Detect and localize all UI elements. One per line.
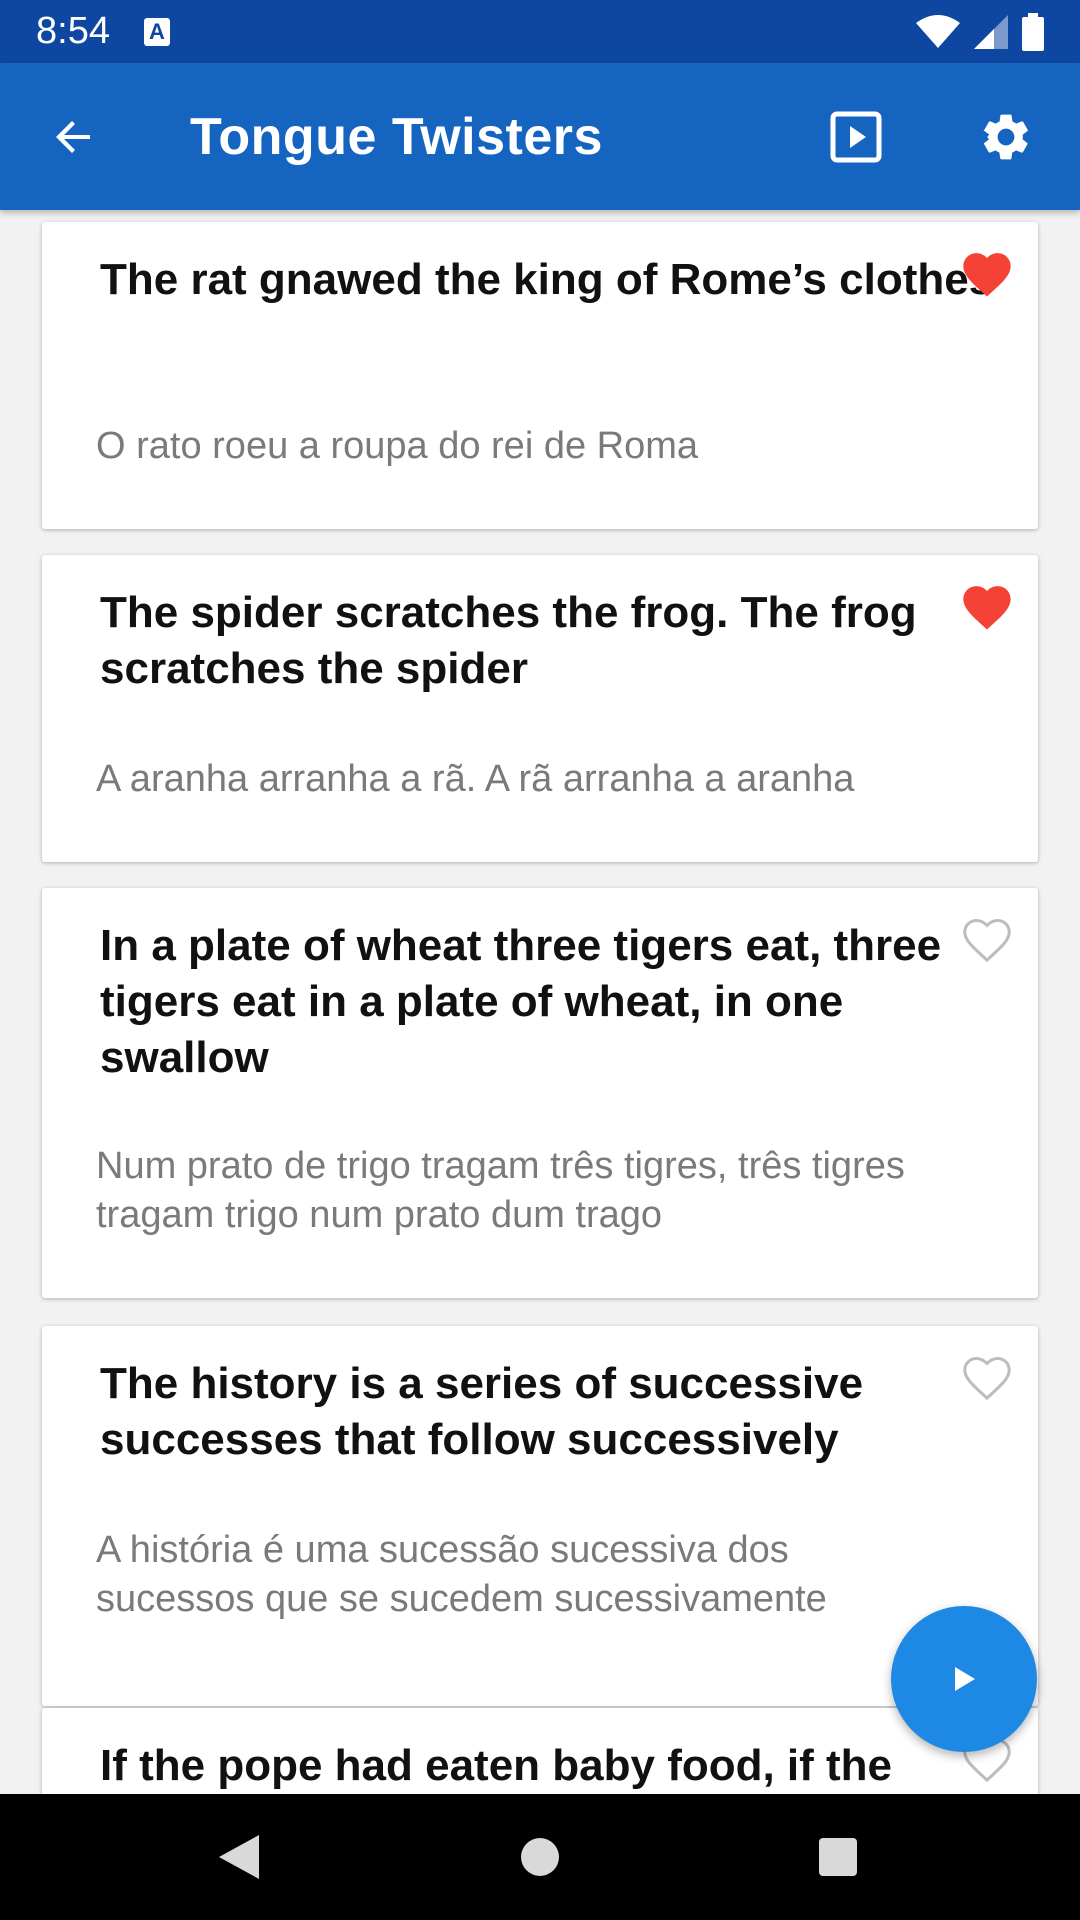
list-item[interactable]: The history is a series of successive su… — [42, 1326, 1038, 1706]
status-bar: 8:54 A — [0, 0, 1080, 63]
twister-title: In a plate of wheat three tigers eat, th… — [100, 921, 942, 1082]
nav-back-button[interactable] — [209, 1827, 269, 1887]
status-icons — [916, 12, 1044, 51]
twister-title: The spider scratches the frog. The frog … — [100, 588, 917, 693]
heart-filled-icon[interactable] — [958, 579, 1016, 631]
page-title: Tongue Twisters — [190, 107, 603, 166]
twister-translation: A aranha arranha a rã. A rã arranha a ar… — [96, 758, 855, 800]
heart-outline-icon[interactable] — [958, 912, 1016, 964]
twister-translation: A história é uma sucessão sucessiva dos … — [96, 1529, 827, 1620]
twister-translation: Num prato de trigo tragam três tigres, t… — [96, 1145, 905, 1236]
triangle-back-icon — [219, 1835, 259, 1879]
arrow-back-icon — [56, 121, 90, 153]
list-item[interactable]: The rat gnawed the king of Rome’s clothe… — [42, 222, 1038, 529]
list-item[interactable]: If the pope had eaten baby food, if the — [42, 1708, 1038, 1794]
app-bar: Tongue Twisters — [0, 63, 1080, 210]
play-icon — [955, 1667, 975, 1691]
gear-icon — [983, 114, 1028, 160]
twister-title: The rat gnawed the king of Rome’s clothe… — [100, 255, 994, 304]
play-all-button[interactable] — [820, 101, 892, 173]
slideshow-icon — [830, 111, 882, 163]
nav-home-button[interactable] — [510, 1827, 570, 1887]
wifi-icon — [916, 14, 960, 48]
twister-title: The history is a series of successive su… — [100, 1359, 864, 1464]
battery-icon — [1022, 12, 1044, 51]
twister-translation: O rato roeu a roupa do rei de Roma — [96, 425, 699, 467]
heart-outline-icon[interactable] — [958, 1350, 1016, 1402]
cell-signal-icon — [974, 14, 1008, 49]
nav-recents-button[interactable] — [808, 1827, 868, 1887]
list-item[interactable]: In a plate of wheat three tigers eat, th… — [42, 888, 1038, 1298]
circle-home-icon — [521, 1838, 559, 1876]
status-time: 8:54 — [36, 10, 110, 52]
tongue-twister-list: The rat gnawed the king of Rome’s clothe… — [0, 210, 1080, 1794]
square-recents-icon — [819, 1838, 857, 1876]
back-button[interactable] — [40, 103, 108, 171]
settings-button[interactable] — [970, 101, 1042, 173]
play-fab-button[interactable] — [891, 1606, 1037, 1752]
heart-filled-icon[interactable] — [958, 246, 1016, 298]
list-item[interactable]: The spider scratches the frog. The frog … — [42, 555, 1038, 862]
twister-title: If the pope had eaten baby food, if the — [100, 1741, 893, 1790]
notification-a-icon: A — [143, 17, 170, 46]
system-nav-bar — [0, 1794, 1080, 1920]
